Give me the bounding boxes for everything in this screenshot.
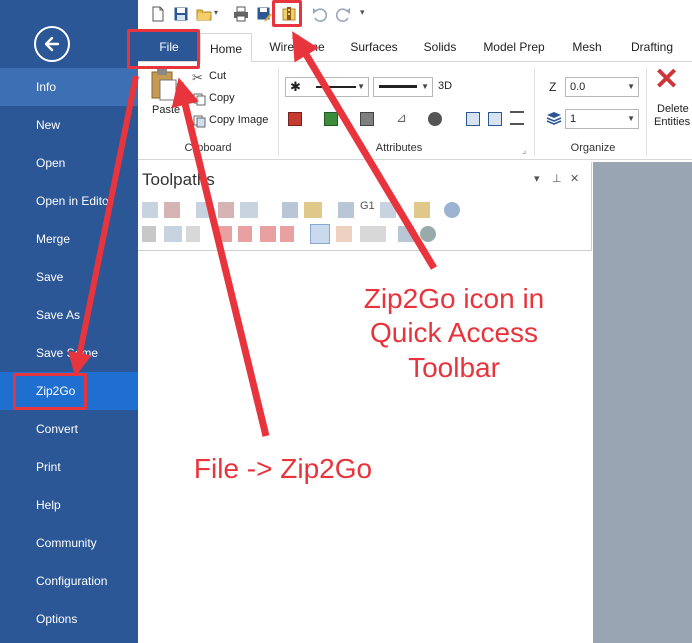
qat-annotation-line-3: Toolbar <box>408 352 500 383</box>
arrow-to-zip2go-menu <box>68 75 139 377</box>
qat-annotation-line-2: Quick Access <box>369 317 539 348</box>
arrow-to-zip2go-icon <box>291 31 438 270</box>
qat-annotation-line-1: Zip2Go icon in <box>363 283 545 314</box>
arrow-to-file-tab <box>171 77 270 437</box>
file-annotation: File -> Zip2Go <box>193 453 373 484</box>
app-window: { "backstage": { "items": [ {"label": "I… <box>0 0 692 643</box>
